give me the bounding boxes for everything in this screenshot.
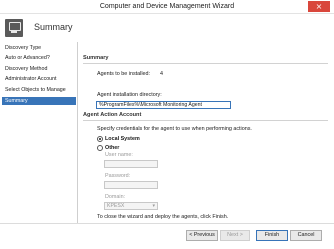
page-title: Summary bbox=[34, 22, 73, 32]
action-account-divider bbox=[83, 120, 328, 121]
cancel-button[interactable]: Cancel bbox=[290, 230, 322, 241]
password-input[interactable] bbox=[104, 181, 158, 189]
sidebar-item-summary[interactable]: Summary bbox=[2, 97, 76, 105]
wizard-content: Summary Agents to be installed: 4 Agent … bbox=[79, 42, 334, 223]
install-dir-label: Agent installation directory: bbox=[97, 92, 162, 98]
action-account-heading: Agent Action Account bbox=[83, 112, 142, 118]
domain-label: Domain: bbox=[105, 194, 126, 200]
sidebar-item-select-objects[interactable]: Select Objects to Manage bbox=[2, 86, 76, 94]
sidebar-item-discovery-type[interactable]: Discovery Type bbox=[2, 44, 76, 52]
local-system-radio[interactable] bbox=[97, 136, 103, 142]
action-account-description: Specify credentials for the agent to use… bbox=[97, 126, 252, 132]
other-radio[interactable] bbox=[97, 145, 103, 151]
finish-button[interactable]: Finish bbox=[256, 230, 288, 241]
wizard-header: Summary bbox=[0, 14, 334, 42]
finish-note: To close the wizard and deploy the agent… bbox=[97, 214, 229, 220]
domain-select[interactable]: KPESX ▾ bbox=[104, 202, 158, 210]
password-label: Password: bbox=[105, 173, 131, 179]
chevron-down-icon: ▾ bbox=[152, 203, 155, 209]
other-label[interactable]: Other bbox=[105, 145, 119, 151]
install-dir-input[interactable]: %ProgramFiles%\Microsoft Monitoring Agen… bbox=[96, 101, 231, 109]
sidebar-item-auto-or-advanced[interactable]: Auto or Advanced? bbox=[2, 54, 76, 62]
close-button[interactable]: × bbox=[308, 1, 330, 12]
previous-button[interactable]: < Previous bbox=[186, 230, 218, 241]
wizard-footer: < Previous Next > Finish Cancel bbox=[0, 223, 334, 249]
agents-label: Agents to be installed: bbox=[97, 71, 151, 77]
wizard-steps-sidebar: Discovery Type Auto or Advanced? Discove… bbox=[0, 42, 78, 223]
local-system-label[interactable]: Local System bbox=[105, 136, 140, 142]
window-title: Computer and Device Management Wizard bbox=[99, 3, 235, 10]
summary-divider bbox=[83, 63, 328, 64]
username-input[interactable] bbox=[104, 160, 158, 168]
next-button[interactable]: Next > bbox=[220, 230, 250, 241]
agents-count: 4 bbox=[160, 71, 163, 77]
summary-heading: Summary bbox=[83, 55, 109, 61]
wizard-monitor-icon bbox=[5, 19, 23, 37]
username-label: User name: bbox=[105, 152, 133, 158]
domain-value: KPESX bbox=[107, 203, 125, 209]
title-bar: Computer and Device Management Wizard × bbox=[0, 0, 334, 14]
sidebar-item-administrator-account[interactable]: Administrator Account bbox=[2, 75, 76, 83]
sidebar-item-discovery-method[interactable]: Discovery Method bbox=[2, 65, 76, 73]
